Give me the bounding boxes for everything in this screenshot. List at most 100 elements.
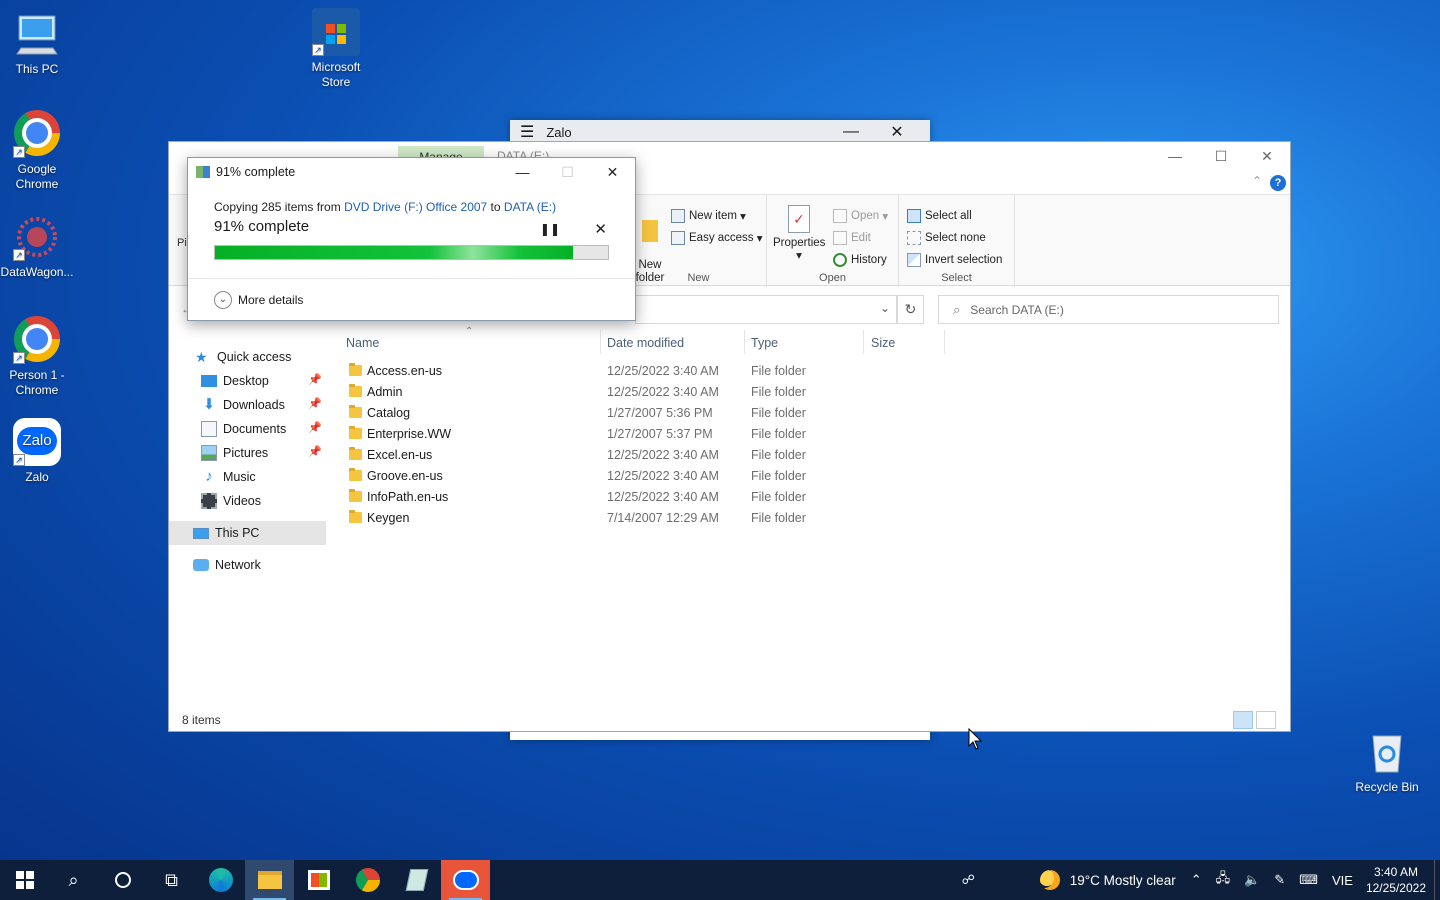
table-row[interactable]: Keygen 7/14/2007 12:29 AM File folder bbox=[344, 508, 944, 529]
desktop-icon-datawagon[interactable]: ↗ DataWagon... bbox=[0, 213, 76, 280]
column-header-type[interactable]: Type bbox=[751, 336, 778, 350]
column-separator[interactable] bbox=[944, 330, 945, 354]
table-row[interactable]: Excel.en-us 12/25/2022 3:40 AM File fold… bbox=[344, 445, 944, 466]
ribbon-group-open: ✓ Properties ▾ Open ▾ Edit History Open bbox=[767, 195, 899, 287]
column-separator[interactable] bbox=[744, 330, 745, 354]
task-view-button[interactable]: ⧉ bbox=[147, 860, 196, 900]
pause-icon[interactable]: ❚❚ bbox=[540, 222, 560, 236]
invert-selection-button[interactable]: Invert selection bbox=[907, 253, 1002, 267]
pen-icon[interactable]: ✎ bbox=[1267, 872, 1292, 888]
close-icon[interactable]: ✕ bbox=[874, 122, 920, 142]
column-separator[interactable] bbox=[600, 330, 601, 354]
open-button[interactable]: Open ▾ bbox=[833, 209, 888, 223]
taskbar-notepad[interactable] bbox=[392, 860, 441, 900]
table-row[interactable]: Admin 12/25/2022 3:40 AM File folder bbox=[344, 382, 944, 403]
help-icon[interactable]: ? bbox=[1270, 175, 1286, 191]
desktop-icon-person-chrome[interactable]: ↗ Person 1 - Chrome bbox=[0, 316, 76, 398]
nav-item-documents[interactable]: Documents 📌 bbox=[169, 417, 326, 441]
desktop-label: DataWagon... bbox=[0, 265, 74, 279]
weather-widget[interactable]: 19°C Mostly clear bbox=[1032, 870, 1184, 890]
cancel-copy-icon[interactable]: ✕ bbox=[594, 220, 607, 238]
desktop-icon-google-chrome[interactable]: ↗ Google Chrome bbox=[0, 110, 76, 192]
nav-item-music[interactable]: ♪ Music bbox=[169, 465, 326, 489]
minimize-icon[interactable]: — bbox=[828, 123, 874, 141]
search-input[interactable]: ⌕ Search DATA (E:) bbox=[938, 295, 1279, 324]
table-row[interactable]: InfoPath.en-us 12/25/2022 3:40 AM File f… bbox=[344, 487, 944, 508]
minimize-icon[interactable]: — bbox=[500, 158, 545, 186]
edit-button[interactable]: Edit bbox=[833, 231, 871, 245]
close-icon[interactable]: ✕ bbox=[590, 158, 635, 186]
open-icon bbox=[833, 209, 847, 223]
windows-logo-icon bbox=[15, 871, 34, 889]
nav-item-pictures[interactable]: Pictures 📌 bbox=[169, 441, 326, 465]
select-all-button[interactable]: Select all bbox=[907, 209, 972, 223]
easy-access-button[interactable]: Easy access ▾ bbox=[671, 231, 763, 245]
dialog-titlebar[interactable]: 91% complete — ☐ ✕ bbox=[188, 158, 635, 186]
properties-button[interactable]: ✓ Properties ▾ bbox=[773, 205, 825, 263]
nav-item-quick-access[interactable]: ★ Quick access bbox=[169, 345, 326, 369]
taskbar-edge[interactable] bbox=[196, 860, 245, 900]
search-button[interactable]: ⌕ bbox=[49, 860, 98, 900]
input-language[interactable]: VIE bbox=[1325, 873, 1360, 888]
more-details-toggle[interactable]: ⌄ More details bbox=[188, 278, 635, 321]
maximize-icon[interactable]: ☐ bbox=[1198, 142, 1244, 170]
desktop-icon-zalo[interactable]: Zalo ↗ Zalo bbox=[0, 418, 76, 485]
start-button[interactable] bbox=[0, 860, 49, 900]
file-date: 1/27/2007 5:36 PM bbox=[607, 406, 713, 420]
people-icon[interactable]: ☍ bbox=[955, 872, 982, 888]
column-header-size[interactable]: Size bbox=[871, 336, 895, 350]
chevron-up-icon[interactable]: ⌃ bbox=[1184, 872, 1209, 888]
new-folder-icon bbox=[642, 220, 658, 242]
column-separator[interactable] bbox=[863, 330, 864, 354]
taskbar-microsoft-store[interactable] bbox=[294, 860, 343, 900]
column-header-name[interactable]: Name bbox=[346, 336, 379, 350]
nav-item-this-pc[interactable]: This PC bbox=[169, 521, 326, 545]
refresh-icon: ↻ bbox=[904, 301, 917, 317]
taskbar-chrome[interactable] bbox=[343, 860, 392, 900]
select-none-button[interactable]: Select none bbox=[907, 231, 986, 245]
table-row[interactable]: Enterprise.WW 1/27/2007 5:37 PM File fol… bbox=[344, 424, 944, 445]
details-view-icon[interactable] bbox=[1233, 711, 1253, 729]
taskbar-zalo[interactable] bbox=[441, 860, 490, 900]
source-link[interactable]: DVD Drive (F:) Office 2007 bbox=[344, 200, 487, 214]
clock[interactable]: 3:40 AM 12/25/2022 bbox=[1360, 864, 1434, 896]
folder-icon bbox=[257, 871, 282, 889]
chevron-down-icon[interactable]: ⌄ bbox=[880, 301, 890, 315]
edit-icon bbox=[833, 231, 847, 245]
collapse-ribbon-icon[interactable]: ⌃ bbox=[1252, 174, 1262, 188]
table-row[interactable]: Access.en-us 12/25/2022 3:40 AM File fol… bbox=[344, 361, 944, 382]
history-button[interactable]: History bbox=[833, 253, 887, 267]
column-header-date-modified[interactable]: Date modified bbox=[607, 336, 684, 350]
network-icon[interactable]: 🖧 bbox=[1209, 869, 1238, 891]
moon-weather-icon bbox=[1039, 870, 1060, 890]
new-item-button[interactable]: New item ▾ bbox=[671, 209, 746, 223]
file-date: 7/14/2007 12:29 AM bbox=[607, 511, 719, 525]
nav-item-desktop[interactable]: Desktop 📌 bbox=[169, 369, 326, 393]
desktop-label: Google Chrome bbox=[15, 162, 59, 191]
cortana-button[interactable] bbox=[98, 860, 147, 900]
volume-icon[interactable]: 🔈 bbox=[1237, 872, 1267, 888]
large-icons-view-icon[interactable] bbox=[1256, 711, 1276, 729]
address-bar[interactable]: ⌄ bbox=[635, 295, 897, 324]
nav-item-network[interactable]: Network bbox=[169, 553, 326, 577]
desktop-icon-this-pc[interactable]: This PC bbox=[0, 10, 76, 77]
destination-link[interactable]: DATA (E:) bbox=[504, 200, 556, 214]
table-row[interactable]: Groove.en-us 12/25/2022 3:40 AM File fol… bbox=[344, 466, 944, 487]
file-type: File folder bbox=[751, 385, 806, 399]
nav-item-videos[interactable]: Videos bbox=[169, 489, 326, 513]
taskbar-file-explorer[interactable] bbox=[245, 860, 294, 900]
keyboard-icon[interactable]: ⌨ bbox=[1292, 872, 1325, 888]
close-icon[interactable]: ✕ bbox=[1244, 142, 1290, 170]
nav-item-downloads[interactable]: ⬇ Downloads 📌 bbox=[169, 393, 326, 417]
desktop-icon-recycle-bin[interactable]: Recycle Bin bbox=[1348, 728, 1426, 795]
copy-progress-dialog[interactable]: 91% complete — ☐ ✕ Copying 285 items fro… bbox=[187, 157, 636, 321]
table-row[interactable]: Catalog 1/27/2007 5:36 PM File folder bbox=[344, 403, 944, 424]
file-type: File folder bbox=[751, 406, 806, 420]
desktop-label: This PC bbox=[15, 62, 59, 76]
cortana-icon bbox=[114, 872, 131, 888]
refresh-button[interactable]: ↻ bbox=[897, 295, 924, 324]
desktop-icon-microsoft-store[interactable]: ↗ Microsoft Store bbox=[297, 8, 375, 90]
minimize-icon[interactable]: — bbox=[1152, 142, 1198, 170]
hamburger-menu-icon[interactable]: ☰ bbox=[520, 122, 534, 142]
show-desktop-button[interactable] bbox=[1434, 860, 1440, 900]
